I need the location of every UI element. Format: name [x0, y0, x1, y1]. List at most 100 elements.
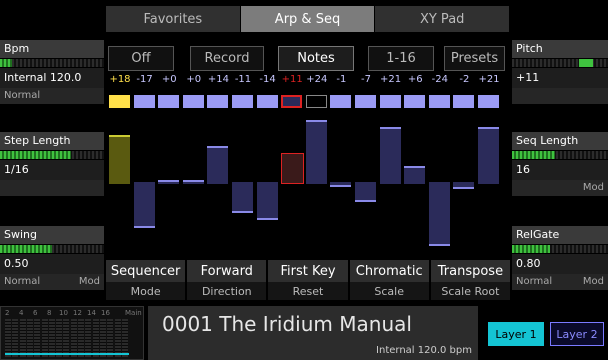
- step-bar-editor[interactable]: [108, 112, 503, 252]
- off-button[interactable]: Off: [108, 46, 174, 71]
- seq-length-mod[interactable]: Mod: [583, 180, 604, 196]
- mixer-meters[interactable]: 2 4 6 8 10 12 14 16 Main: [0, 306, 144, 360]
- step-bar[interactable]: [158, 180, 180, 184]
- bpm-label: Bpm: [0, 40, 104, 58]
- step-indicator[interactable]: [305, 95, 327, 108]
- relgate-meter[interactable]: [512, 244, 608, 254]
- step-indicator[interactable]: [109, 95, 130, 108]
- step-bar[interactable]: [133, 182, 155, 229]
- step-bar[interactable]: [232, 182, 253, 213]
- left-panel: Bpm Internal 120.0 Normal: [0, 40, 104, 104]
- swing-mod[interactable]: Mod: [79, 274, 100, 290]
- swing-value[interactable]: 0.50: [0, 254, 104, 274]
- step-bar[interactable]: [355, 182, 376, 203]
- step-indicator[interactable]: [453, 95, 475, 108]
- seq-length-value[interactable]: 16: [512, 160, 608, 180]
- step-bar[interactable]: [330, 182, 352, 187]
- mixer-channel-label: 16: [101, 309, 110, 317]
- step-length-sub: [0, 180, 104, 196]
- step-indicator[interactable]: [379, 95, 401, 108]
- bpm-meter[interactable]: [0, 58, 104, 68]
- step-indicator[interactable]: [133, 95, 155, 108]
- step-bar[interactable]: [109, 135, 130, 184]
- notes-button[interactable]: Notes: [278, 46, 354, 71]
- step-indicator[interactable]: [281, 95, 303, 108]
- mixer-meter-column: [48, 319, 55, 357]
- step-bar[interactable]: [305, 119, 327, 184]
- mode-value[interactable]: Sequencer: [106, 260, 186, 282]
- step-bar[interactable]: [453, 182, 475, 190]
- relgate-sub: Normal Mod: [512, 274, 608, 290]
- mixer-meter-column: [26, 319, 33, 357]
- step-value: +11: [281, 74, 303, 85]
- page-range-button[interactable]: 1-16: [368, 46, 434, 71]
- preset-display[interactable]: 0001 The Iridium Manual Internal 120.0 b…: [148, 306, 478, 360]
- mixer-meter-column: [92, 319, 99, 357]
- scale-value[interactable]: Chromatic: [349, 260, 429, 282]
- step-value: +0: [186, 74, 202, 85]
- swing-label: Swing: [0, 226, 104, 244]
- scale-root-value[interactable]: Transpose: [430, 260, 511, 282]
- relgate-normal[interactable]: Normal: [516, 274, 552, 290]
- step-value: +21: [380, 74, 402, 85]
- step-indicator[interactable]: [256, 95, 278, 108]
- reset-label: Reset: [268, 282, 348, 300]
- step-bar[interactable]: [404, 166, 426, 184]
- step-bar[interactable]: [207, 145, 229, 184]
- step-indicator[interactable]: [158, 95, 180, 108]
- mixer-channel-label: 6: [33, 309, 38, 317]
- layer-1-button[interactable]: Layer 1: [488, 322, 544, 346]
- presets-button[interactable]: Presets: [444, 46, 505, 71]
- mixer-level-line: [5, 353, 129, 355]
- step-length-value[interactable]: 1/16: [0, 160, 104, 180]
- seq-length-meter[interactable]: [512, 150, 608, 160]
- step-length-meter[interactable]: [0, 150, 104, 160]
- tab-favorites[interactable]: Favorites: [106, 6, 241, 32]
- relgate-value[interactable]: 0.80: [512, 254, 608, 274]
- relgate-mod[interactable]: Mod: [583, 274, 604, 290]
- pitch-meter[interactable]: [512, 58, 608, 68]
- reset-selector[interactable]: First Key Reset: [268, 260, 348, 302]
- mixer-meter-column: [56, 319, 63, 357]
- swing-meter[interactable]: [0, 244, 104, 254]
- step-bar[interactable]: [281, 153, 305, 184]
- step-bar[interactable]: [428, 182, 450, 247]
- tab-xy-pad[interactable]: XY Pad: [375, 6, 511, 32]
- pitch-value[interactable]: +11: [512, 68, 608, 88]
- direction-selector[interactable]: Forward Direction: [187, 260, 267, 302]
- step-indicator[interactable]: [428, 95, 450, 108]
- mode-label: Mode: [106, 282, 186, 300]
- step-indicator[interactable]: [232, 95, 253, 108]
- step-bar[interactable]: [478, 127, 499, 184]
- mixer-channel-label: 4: [19, 309, 24, 317]
- tab-bar: Favorites Arp & Seq XY Pad: [106, 6, 511, 32]
- step-indicator[interactable]: [207, 95, 229, 108]
- reset-value[interactable]: First Key: [268, 260, 348, 282]
- tab-arp-seq[interactable]: Arp & Seq: [240, 6, 376, 32]
- mixer-meter-column: [12, 319, 19, 357]
- step-indicator[interactable]: [182, 95, 204, 108]
- mixer-meter-column: [5, 319, 11, 357]
- mixer-meter-column: [70, 319, 77, 357]
- direction-value[interactable]: Forward: [187, 260, 267, 282]
- step-indicator-row: [108, 95, 503, 109]
- step-bar[interactable]: [379, 127, 401, 184]
- mixer-meter-column: [114, 319, 121, 357]
- scale-selector[interactable]: Chromatic Scale: [349, 260, 429, 302]
- layer-2-button[interactable]: Layer 2: [550, 322, 604, 346]
- step-indicator[interactable]: [404, 95, 426, 108]
- step-bar[interactable]: [182, 180, 204, 184]
- step-indicator[interactable]: [478, 95, 499, 108]
- scale-root-selector[interactable]: Transpose Scale Root: [430, 260, 511, 302]
- step-indicator[interactable]: [330, 95, 352, 108]
- step-value: +0: [161, 74, 177, 85]
- step-value: -1: [336, 74, 347, 85]
- pitch-panel: Pitch +11: [512, 40, 608, 104]
- record-button[interactable]: Record: [190, 46, 264, 71]
- mode-selector[interactable]: Sequencer Mode: [106, 260, 186, 302]
- step-length-label: Step Length: [0, 132, 104, 150]
- step-indicator[interactable]: [355, 95, 376, 108]
- swing-normal[interactable]: Normal: [4, 274, 40, 290]
- step-bar[interactable]: [256, 182, 278, 221]
- bpm-value[interactable]: Internal 120.0: [0, 68, 104, 88]
